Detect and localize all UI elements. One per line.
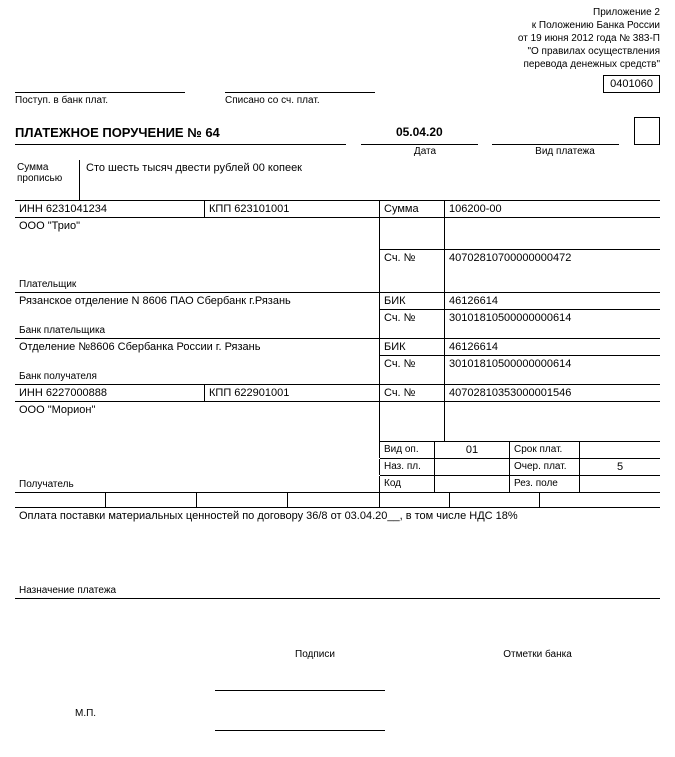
hdr-l1: Приложение 2 <box>518 6 660 19</box>
payer-bank-acc-label: Сч. № <box>380 310 445 338</box>
date-label: Дата <box>355 146 495 157</box>
payment-order-document: Приложение 2 к Положению Банка России от… <box>0 0 675 757</box>
sum-words-label: Сумма прописью <box>15 160 80 201</box>
hdr-l2: к Положению Банка России <box>518 19 660 32</box>
rec-kpp: КПП 622901001 <box>205 385 380 401</box>
rec-bank-bik-label: БИК <box>380 339 445 356</box>
payer-kpp: КПП 623101001 <box>205 201 380 217</box>
sum-label: Сумма <box>380 201 445 217</box>
payer-inn: ИНН 6231041234 <box>15 201 205 217</box>
title-row: ПЛАТЕЖНОЕ ПОРУЧЕНИЕ № 64 05.04.20 <box>15 125 660 145</box>
rec-label: Получатель <box>19 479 74 490</box>
sum-value: 106200-00 <box>445 201 660 217</box>
payment-type <box>492 125 619 145</box>
stamp-debited: Списано со сч. плат. <box>225 92 375 106</box>
vid-op-value: 01 <box>435 442 510 459</box>
rec-bank-name: Отделение №8606 Сбербанка России г. Ряза… <box>15 339 380 356</box>
rec-acc-label: Сч. № <box>380 385 445 401</box>
srok-label: Срок плат. <box>510 442 580 459</box>
mp-label: М.П. <box>75 708 96 719</box>
payer-acc-value: 40702810700000000472 <box>445 250 660 292</box>
rec-bank-label: Банк получателя <box>19 371 97 382</box>
purpose-label: Назначение платежа <box>19 585 116 596</box>
bank-marks-label: Отметки банка <box>415 649 660 660</box>
stamp-received: Поступ. в банк плат. <box>15 92 185 106</box>
rec-inn: ИНН 6227000888 <box>15 385 205 401</box>
ocher-label: Очер. плат. <box>510 459 580 476</box>
hdr-l4: "О правилах осуществления <box>518 45 660 58</box>
payer-acc-label: Сч. № <box>380 250 445 292</box>
sum-words-value: Сто шесть тысяч двести рублей 00 копеек <box>80 160 660 201</box>
title-box <box>634 117 660 145</box>
payer-bank-bik-label: БИК <box>380 293 445 310</box>
document-title: ПЛАТЕЖНОЕ ПОРУЧЕНИЕ № 64 <box>15 125 346 145</box>
rec-bank-acc: 30101810500000000614 <box>445 356 660 384</box>
rec-bank-bik: 46126614 <box>445 339 660 356</box>
ocher-value: 5 <box>580 459 660 476</box>
main-grid: ИНН 6231041234 КПП 623101001 Сумма 10620… <box>15 200 660 599</box>
payer-bank-label: Банк плательщика <box>19 325 105 336</box>
purpose-text: Оплата поставки материальных ценностей п… <box>19 510 656 522</box>
signature-line-1 <box>215 690 385 691</box>
payer-label: Плательщик <box>19 279 76 290</box>
payer-bank-acc: 30101810500000000614 <box>445 310 660 338</box>
footer-labels: Подписи Отметки банка <box>15 649 660 660</box>
signature-line-2 <box>215 730 385 731</box>
document-date: 05.04.20 <box>361 125 478 145</box>
hdr-l3: от 19 июня 2012 года № 383-П <box>518 32 660 45</box>
kod-label: Код <box>380 476 435 492</box>
payer-name: ООО "Трио" <box>15 218 380 250</box>
signatures-label: Подписи <box>215 649 415 660</box>
sum-in-words-row: Сумма прописью Сто шесть тысяч двести ру… <box>15 160 660 201</box>
payer-bank-bik: 46126614 <box>445 293 660 310</box>
regulation-header: Приложение 2 к Положению Банка России от… <box>518 6 660 71</box>
rec-name: ООО "Морион" <box>15 402 380 442</box>
form-code: 0401060 <box>603 75 660 93</box>
type-label: Вид платежа <box>505 146 625 157</box>
rez-label: Рез. поле <box>510 476 580 492</box>
naz-pl-label: Наз. пл. <box>380 459 435 476</box>
hdr-l5: перевода денежных средств" <box>518 58 660 71</box>
vid-op-label: Вид оп. <box>380 442 435 459</box>
rec-acc-value: 40702810353000001546 <box>445 385 660 401</box>
payer-bank-name: Рязанское отделение N 8606 ПАО Сбербанк … <box>15 293 380 310</box>
rec-bank-acc-label: Сч. № <box>380 356 445 384</box>
